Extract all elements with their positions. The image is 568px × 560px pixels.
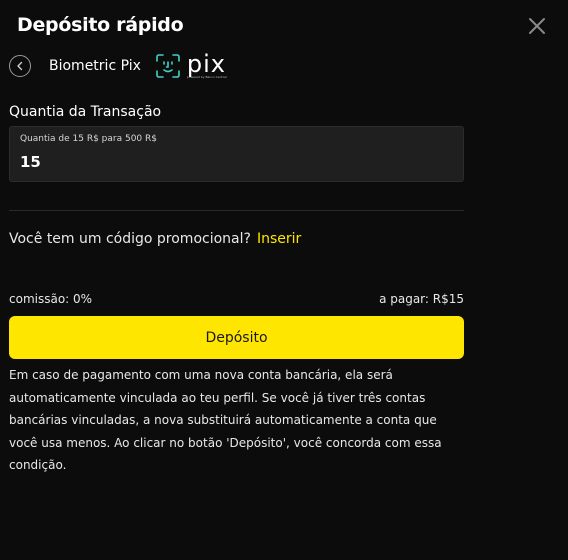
amount-label: Quantia da Transação	[9, 104, 162, 120]
amount-input[interactable]	[20, 151, 440, 173]
promo-row: Você tem um código promocional? Inserir	[9, 231, 301, 247]
amount-field[interactable]: Quantia de 15 R$ para 500 R$	[9, 126, 464, 182]
deposit-button[interactable]: Depósito	[9, 316, 464, 359]
divider	[9, 210, 464, 211]
deposit-notice: Em caso de pagamento com uma nova conta …	[9, 368, 442, 472]
payment-method-label: Biometric Pix	[49, 58, 141, 74]
back-button[interactable]	[9, 55, 31, 77]
to-pay-text: a pagar: R$15	[379, 292, 464, 306]
pix-caption: powered by Banco Central	[186, 74, 227, 79]
pix-word: pix	[186, 49, 227, 78]
commission-text: comissão: 0%	[9, 292, 93, 306]
pix-wordmark: pix powered by Banco Central	[186, 49, 227, 79]
biometric-face-icon	[156, 54, 180, 78]
payment-method-row: Biometric Pix pix powered by Banco Centr…	[9, 52, 309, 80]
promo-question: Você tem um código promocional?	[9, 231, 251, 247]
chevron-left-icon[interactable]	[15, 61, 25, 71]
pix-logo: pix powered by Banco Central	[155, 49, 227, 79]
close-icon[interactable]	[527, 16, 547, 36]
promo-insert-link[interactable]: Inserir	[257, 231, 301, 247]
amount-hint: Quantia de 15 R$ para 500 R$	[20, 134, 157, 144]
close-button[interactable]	[527, 16, 547, 36]
page-title: Depósito rápido	[17, 14, 184, 36]
